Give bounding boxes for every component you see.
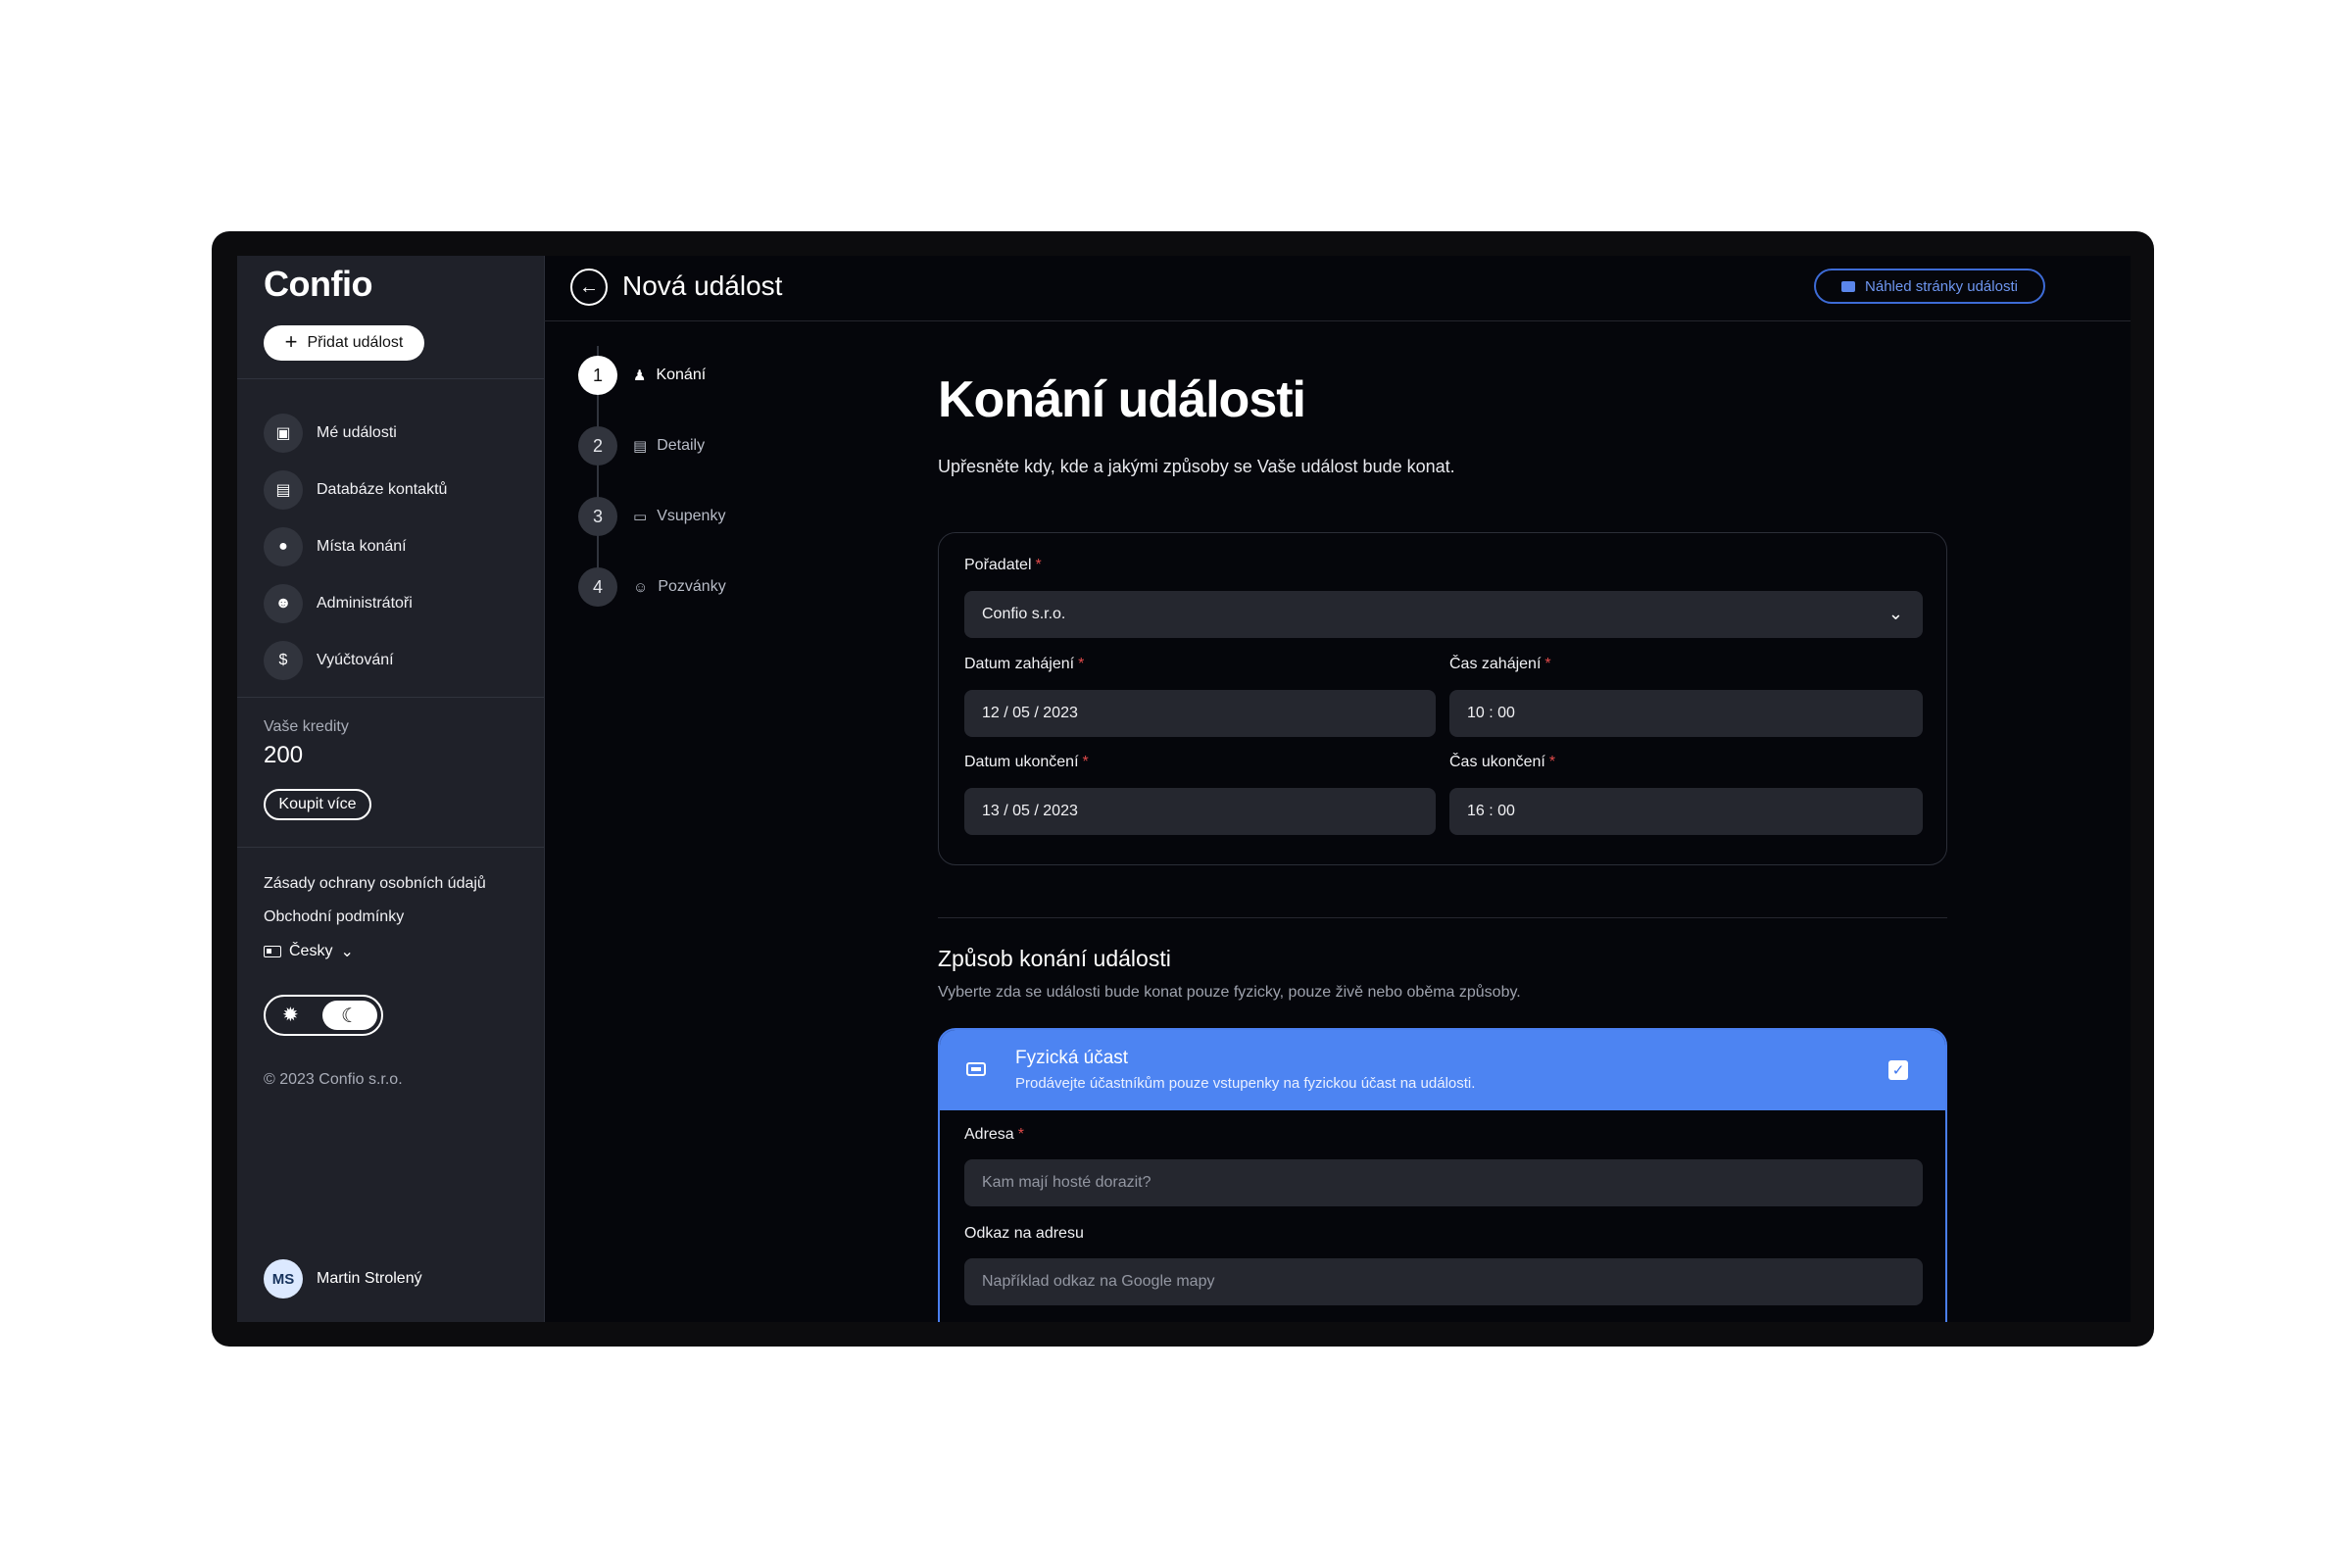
sidebar-item-label: Databáze kontaktů <box>317 481 448 498</box>
avatar: MS <box>264 1259 303 1298</box>
mode-section-title: Způsob konání události <box>938 946 1171 971</box>
page-title: Nová událost <box>622 270 783 301</box>
step-vsupenky[interactable]: 3 ▭ Vsupenky <box>578 497 725 536</box>
app-window: Confio + Přidat událost ▣ Mé události ▤ … <box>237 256 2131 1322</box>
ticket-icon: ▭ <box>633 509 648 525</box>
chevron-down-icon: ⌄ <box>1887 604 1903 623</box>
language-flag-icon <box>264 946 281 957</box>
step-pozvanky[interactable]: 4 ☺ Pozvánky <box>578 567 726 607</box>
start-time-input[interactable]: 10 : 00 <box>1449 690 1923 737</box>
plus-icon: + <box>284 329 298 354</box>
credits-label: Vaše kredity <box>264 718 349 735</box>
ticket-icon <box>966 1062 986 1076</box>
buy-more-button[interactable]: Koupit více <box>264 789 371 820</box>
address-input[interactable]: Kam mají hosté dorazit? <box>964 1159 1923 1206</box>
step-label: Konání <box>656 367 707 383</box>
end-date-input[interactable]: 13 / 05 / 2023 <box>964 788 1436 835</box>
sidebar-item-my-events[interactable]: ▣ Mé události <box>264 414 397 453</box>
event-preview-label: Náhled stránky události <box>1865 277 2018 295</box>
physical-attendance-card: Fyzická účast Prodávejte účastníkům pouz… <box>938 1028 1947 1322</box>
add-event-button[interactable]: + Přidat událost <box>264 325 424 361</box>
section-title: Konání události <box>938 371 1306 428</box>
organizer-value: Confio s.r.o. <box>982 606 1066 622</box>
location-pin-icon: ● <box>264 527 303 566</box>
start-time-label: Čas zahájení * <box>1449 656 1551 672</box>
sidebar-item-contacts[interactable]: ▤ Databáze kontaktů <box>264 470 447 510</box>
theme-toggle[interactable]: ✹ ☾ <box>264 995 383 1036</box>
sidebar-item-venues[interactable]: ● Místa konání <box>264 527 407 566</box>
section-divider <box>938 917 1947 918</box>
chevron-down-icon: ⌄ <box>340 944 354 960</box>
contacts-icon: ▤ <box>264 470 303 510</box>
mode-section-description: Vyberte zda se události bude konat pouze… <box>938 984 1521 1001</box>
mode-description: Prodávejte účastníkům pouze vstupenky na… <box>1015 1075 1476 1092</box>
organizer-label: Pořadatel * <box>964 557 1042 573</box>
language-label: Česky <box>289 943 333 959</box>
step-number: 1 <box>578 356 617 395</box>
add-event-label: Přidat událost <box>307 334 404 351</box>
step-label: Detaily <box>657 437 706 454</box>
browser-window-icon <box>1841 280 1856 292</box>
step-label: Pozvánky <box>658 578 726 595</box>
sidebar-divider <box>237 697 544 698</box>
step-number: 4 <box>578 567 617 607</box>
app-logo: Confio <box>264 264 372 304</box>
sun-icon: ✹ <box>282 1004 299 1026</box>
document-icon: ▤ <box>633 438 648 455</box>
sidebar-divider <box>237 847 544 848</box>
add-user-icon: ☺ <box>633 578 649 596</box>
copyright: © 2023 Confio s.r.o. <box>264 1071 403 1088</box>
step-konani[interactable]: 1 ♟ Konání <box>578 356 706 395</box>
address-link-label: Odkaz na adresu <box>964 1225 1084 1242</box>
admin-user-icon: ☻ <box>264 584 303 623</box>
step-number: 3 <box>578 497 617 536</box>
organizer-select[interactable]: Confio s.r.o. ⌄ <box>964 591 1923 638</box>
end-time-label: Čas ukončení * <box>1449 754 1556 770</box>
address-link-input[interactable]: Například odkaz na Google mapy <box>964 1258 1923 1305</box>
sidebar-item-label: Místa konání <box>317 538 407 555</box>
user-name: Martin Strolený <box>317 1270 422 1287</box>
physical-attendance-checkbox[interactable]: ✓ <box>1888 1060 1908 1080</box>
privacy-link[interactable]: Zásady ochrany osobních údajů <box>264 875 486 893</box>
sidebar-item-label: Mé události <box>317 424 397 441</box>
sidebar-item-label: Administrátoři <box>317 595 413 612</box>
language-selector[interactable]: Česky ⌄ <box>264 942 354 961</box>
start-date-label: Datum zahájení * <box>964 656 1085 672</box>
physical-attendance-option[interactable]: Fyzická účast Prodávejte účastníkům pouz… <box>940 1030 1945 1110</box>
terms-link[interactable]: Obchodní podmínky <box>264 908 404 926</box>
start-date-input[interactable]: 12 / 05 / 2023 <box>964 690 1436 737</box>
credits-value: 200 <box>264 742 304 768</box>
user-profile[interactable]: MS Martin Strolený <box>264 1259 422 1298</box>
sidebar-item-admins[interactable]: ☻ Administrátoři <box>264 584 413 623</box>
calendar-icon: ▣ <box>264 414 303 453</box>
timing-card: Pořadatel * Confio s.r.o. ⌄ Datum zahájen… <box>938 532 1947 865</box>
attendees-icon: ♟ <box>633 368 647 384</box>
step-label: Vsupenky <box>657 508 726 524</box>
step-number: 2 <box>578 426 617 466</box>
end-date-label: Datum ukončení * <box>964 754 1089 770</box>
section-description: Upřesněte kdy, kde a jakými způsoby se V… <box>938 457 1455 476</box>
top-header: ← Nová událost Náhled stránky události <box>544 256 2131 321</box>
dollar-icon: $ <box>264 641 303 680</box>
sidebar-item-label: Vyúčtování <box>317 652 394 668</box>
back-button[interactable]: ← <box>570 269 608 306</box>
step-detaily[interactable]: 2 ▤ Detaily <box>578 426 705 466</box>
mode-title: Fyzická účast <box>1015 1048 1129 1068</box>
sidebar-divider <box>237 378 544 379</box>
end-time-input[interactable]: 16 : 00 <box>1449 788 1923 835</box>
event-preview-button[interactable]: Náhled stránky události <box>1814 269 2045 304</box>
sidebar: Confio + Přidat událost ▣ Mé události ▤ … <box>237 256 545 1322</box>
address-label: Adresa * <box>964 1126 1024 1143</box>
arrow-left-icon: ← <box>579 275 599 298</box>
sidebar-item-billing[interactable]: $ Vyúčtování <box>264 641 394 680</box>
moon-icon: ☾ <box>322 1001 377 1030</box>
